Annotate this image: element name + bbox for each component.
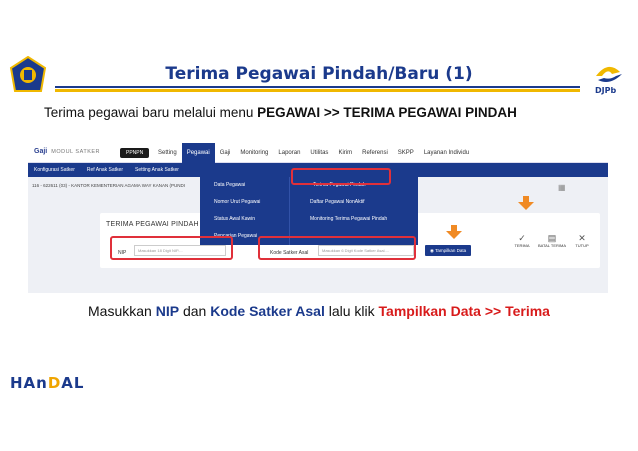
app-screenshot: Gaji MODUL SATKER PPNPN Setting Pegawai G…	[28, 143, 608, 293]
pegawai-dropdown-menu: Data Pegawai Nomor Urut Pegawai Status A…	[200, 177, 418, 245]
handal-logo-part-1: HAn	[10, 374, 48, 392]
handal-logo-part-3: AL	[61, 374, 85, 392]
tampilkan-data-button[interactable]: ◉ Tampilkan Data	[425, 245, 472, 256]
highlight-terima-pegawai-pindah	[291, 168, 391, 185]
tutup-button[interactable]: ✕ TUTUP	[567, 233, 597, 248]
nav-referensi[interactable]: Referensi	[357, 143, 393, 163]
app-brand-name: Gaji	[34, 148, 48, 155]
tampilkan-data-label: Tampilkan Data	[435, 248, 467, 253]
handal-logo-part-2: D	[47, 374, 62, 392]
djpb-logo	[596, 66, 622, 82]
instruction-kode-satker: Kode Satker Asal	[210, 303, 325, 319]
djpb-logo-text: DJPb	[595, 86, 617, 95]
app-topbar: Gaji MODUL SATKER PPNPN Setting Pegawai G…	[28, 143, 608, 163]
intro-menu-path: PEGAWAI >> TERIMA PEGAWAI PINDAH	[257, 105, 517, 120]
batal-terima-button[interactable]: ▤ BATAL TERIMA	[537, 233, 567, 248]
nav-laporan[interactable]: Laporan	[273, 143, 305, 163]
app-module-name: MODUL SATKER	[51, 149, 101, 155]
menu-data-pegawai[interactable]: Data Pegawai	[200, 177, 289, 194]
highlight-kode-satker-asal	[258, 236, 416, 260]
page-title: Terima Pegawai Pindah/Baru (1)	[165, 64, 473, 84]
nav-skpp[interactable]: SKPP	[393, 143, 419, 163]
menu-monitoring-terima-pegawai-pindah[interactable]: Monitoring Terima Pegawai Pindah	[292, 211, 418, 228]
subnav-setting-anak-satker[interactable]: Setting Anak Satker	[129, 163, 185, 177]
nav-kirim[interactable]: Kirim	[333, 143, 357, 163]
dropdown-left-column: Data Pegawai Nomor Urut Pegawai Status A…	[200, 177, 290, 245]
tutup-label: TUTUP	[575, 243, 589, 248]
title-underline-accent	[55, 89, 580, 92]
nav-layanan-individu[interactable]: Layanan Individu	[419, 143, 474, 163]
batal-terima-label: BATAL TERIMA	[537, 243, 567, 248]
menu-daftar-pegawai-nonaktif[interactable]: Daftar Pegawai NonAktif	[292, 194, 418, 211]
nav-pegawai[interactable]: Pegawai	[181, 143, 215, 163]
instruction-part-1: Masukkan	[88, 303, 156, 319]
close-icon: ✕	[578, 233, 586, 243]
instruction-action: Tampilkan Data >> Terima	[378, 303, 550, 319]
nav-monitoring[interactable]: Monitoring	[235, 143, 273, 163]
nav-utilitas[interactable]: Utilitas	[305, 143, 333, 163]
intro-text: Terima pegawai baru melalui menu PEGAWAI…	[44, 105, 517, 120]
menu-status-awal-kawin[interactable]: Status Awal Kawin	[200, 211, 289, 228]
ppnpn-badge[interactable]: PPNPN	[120, 148, 150, 158]
menu-nomor-urut-pegawai[interactable]: Nomor Urut Pegawai	[200, 194, 289, 211]
subnav-konfigurasi-satker[interactable]: Konfigurasi Satker	[28, 163, 81, 177]
highlight-nip-input	[110, 236, 233, 260]
instruction-part-3: lalu klik	[324, 303, 379, 319]
card-title: TERIMA PEGAWAI PINDAH	[106, 221, 199, 228]
nav-gaji[interactable]: Gaji	[215, 143, 236, 163]
terima-button[interactable]: ✓ TERIMA	[507, 233, 537, 248]
nav-setting[interactable]: Setting	[153, 143, 182, 163]
arrow-down-icon	[446, 225, 462, 239]
breadcrumb: 116 - 622611 (03) - KANTOR KEMENTERIAN A…	[32, 183, 185, 188]
title-underline	[55, 86, 580, 88]
top-navigation: Setting Pegawai Gaji Monitoring Laporan …	[153, 143, 474, 163]
arrow-down-icon	[518, 196, 534, 210]
grid-icon[interactable]: ▦	[558, 183, 566, 192]
instruction-nip: NIP	[155, 303, 180, 319]
subnav-ref-anak-satker[interactable]: Ref Anak Satker	[81, 163, 129, 177]
trash-icon: ▤	[547, 233, 557, 243]
app-brand[interactable]: Gaji MODUL SATKER	[34, 148, 100, 155]
instruction-text: Masukkan NIP dan Kode Satker Asal lalu k…	[0, 303, 638, 319]
intro-prefix: Terima pegawai baru melalui menu	[44, 105, 258, 120]
handal-logo: HAnDAL	[10, 374, 84, 392]
instruction-part-2: dan	[179, 303, 211, 319]
terima-label: TERIMA	[514, 243, 530, 248]
check-icon: ✓	[518, 233, 526, 243]
